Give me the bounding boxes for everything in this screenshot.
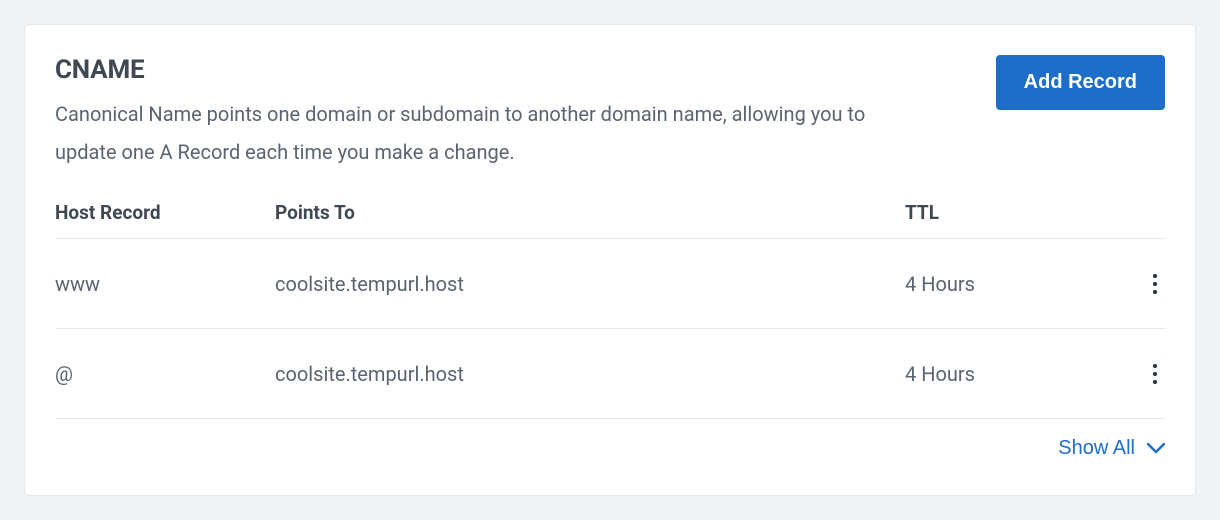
row-actions-button[interactable] [1145,356,1165,392]
chevron-down-icon [1147,443,1165,454]
header-text: CNAME Canonical Name points one domain o… [55,55,996,171]
col-header-host: Host Record [55,201,275,224]
cell-host: @ [55,362,275,386]
cell-points-to: coolsite.tempurl.host [275,272,905,296]
add-record-button[interactable]: Add Record [996,55,1165,110]
more-vertical-icon [1153,274,1157,278]
show-all-button[interactable]: Show All [1058,437,1165,460]
card-footer: Show All [55,437,1165,460]
cell-points-to: coolsite.tempurl.host [275,362,905,386]
table-row: www coolsite.tempurl.host 4 Hours [55,239,1165,329]
col-header-actions [1105,201,1165,224]
more-vertical-icon [1153,364,1157,368]
col-header-ttl: TTL [905,201,1105,224]
records-table: Host Record Points To TTL www coolsite.t… [55,201,1165,419]
cell-actions [1105,356,1165,392]
table-row: @ coolsite.tempurl.host 4 Hours [55,329,1165,419]
row-actions-button[interactable] [1145,266,1165,302]
cell-ttl: 4 Hours [905,362,1105,386]
section-title: CNAME [55,55,966,85]
cell-actions [1105,266,1165,302]
cname-records-card: CNAME Canonical Name points one domain o… [24,24,1196,496]
card-header: CNAME Canonical Name points one domain o… [55,55,1165,171]
col-header-points-to: Points To [275,201,905,224]
cell-host: www [55,272,275,296]
table-header-row: Host Record Points To TTL [55,201,1165,239]
show-all-label: Show All [1058,437,1135,460]
section-description: Canonical Name points one domain or subd… [55,95,875,171]
cell-ttl: 4 Hours [905,272,1105,296]
